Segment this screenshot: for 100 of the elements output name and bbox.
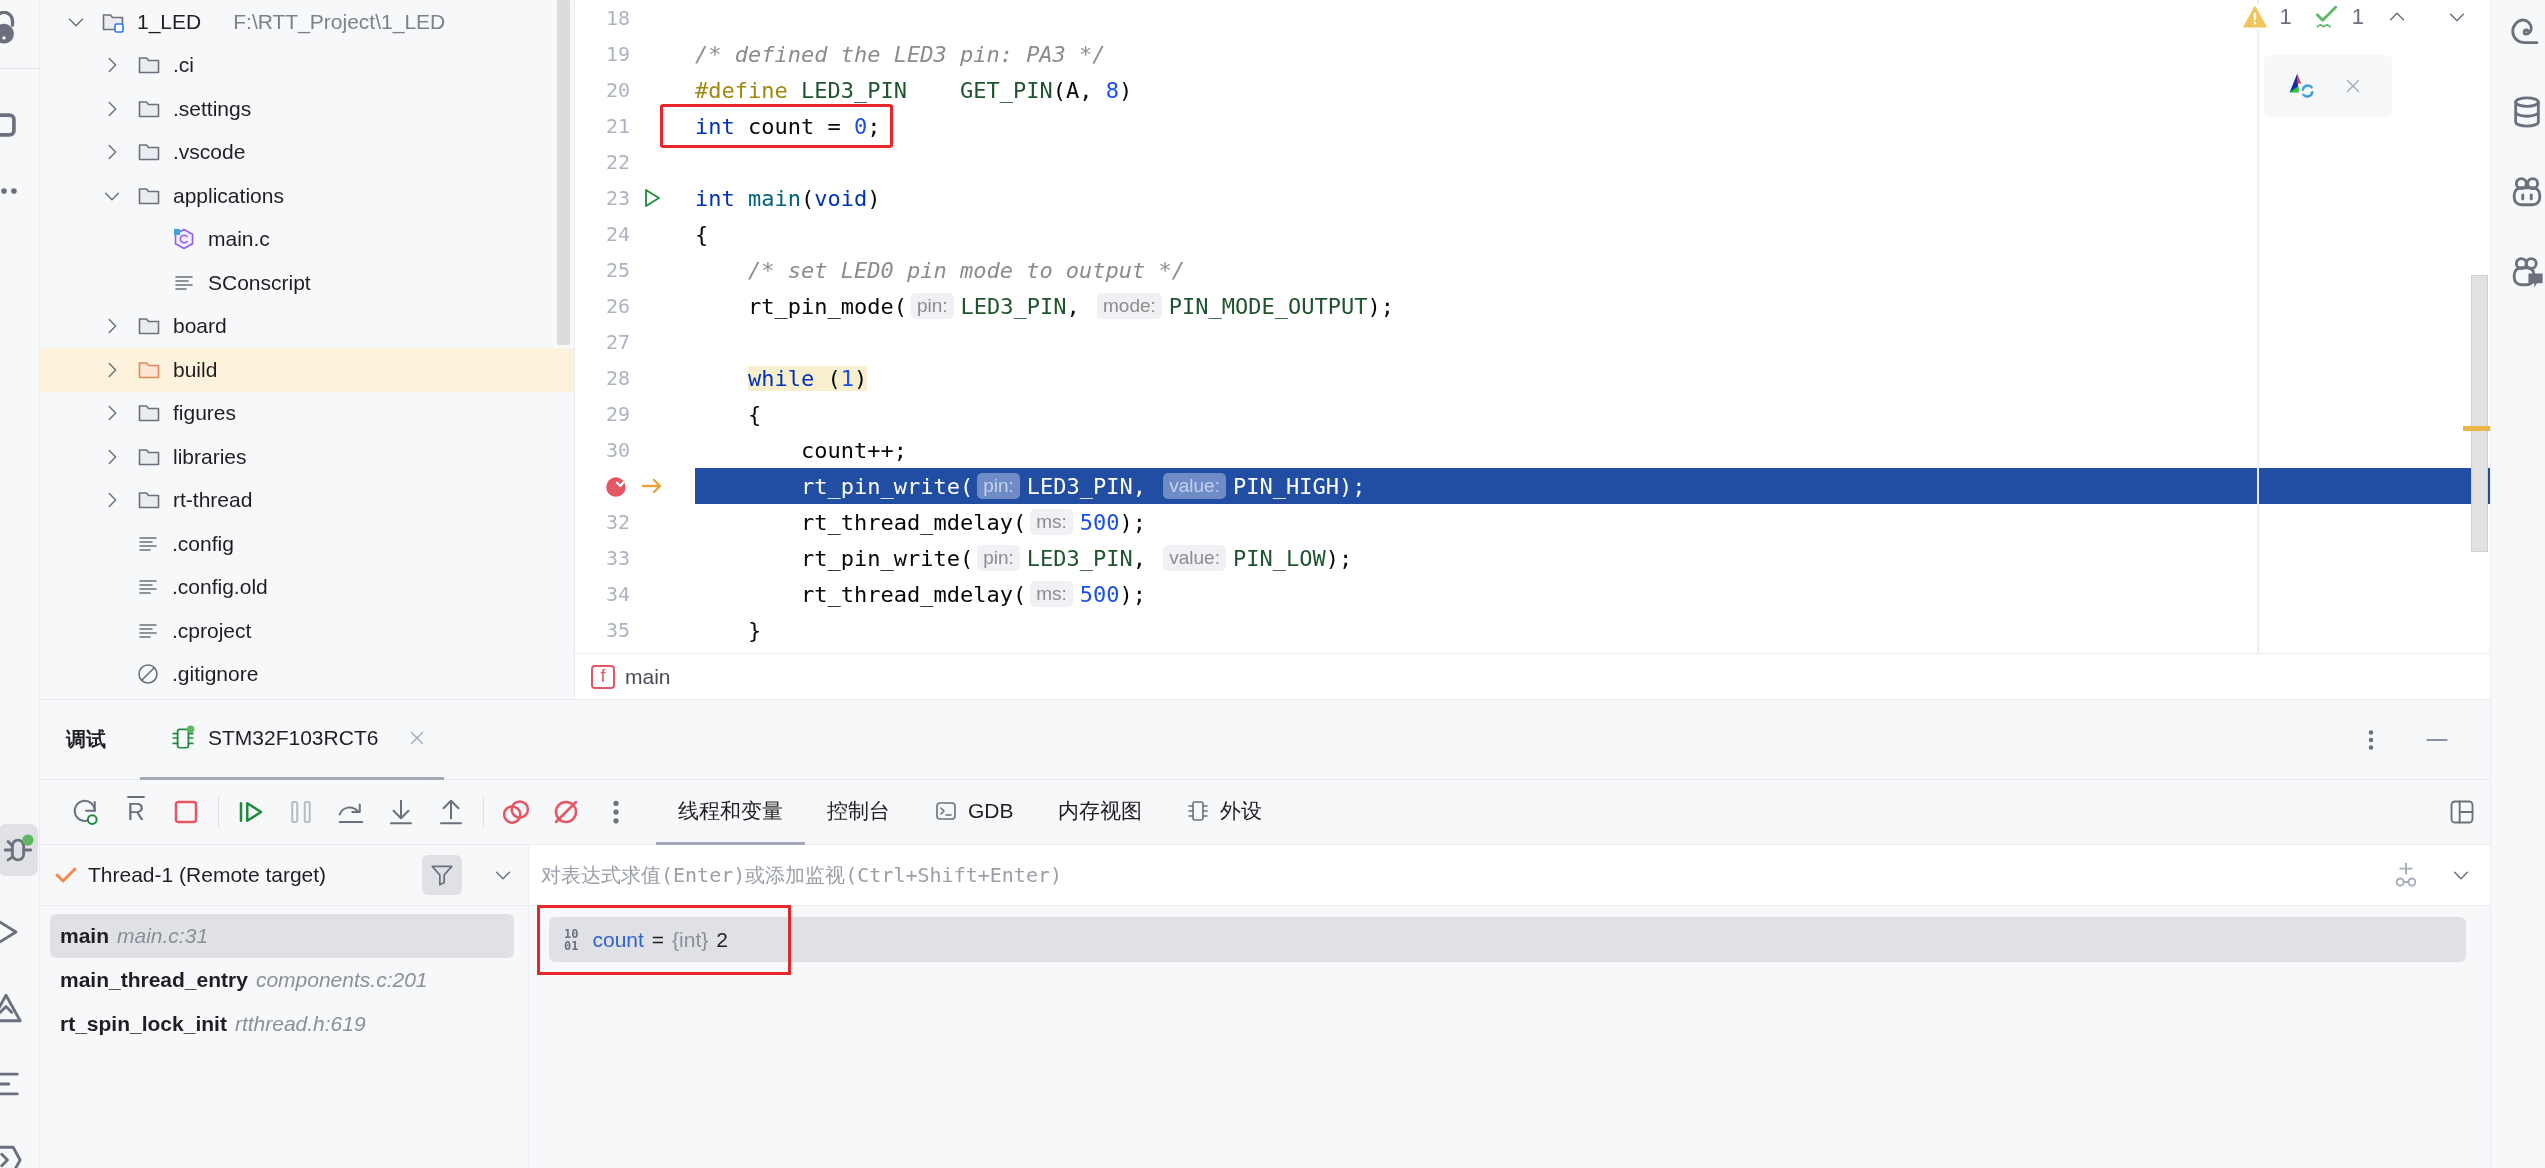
inlay-hint: value: bbox=[1163, 473, 1226, 499]
tree-item[interactable]: .gitignore bbox=[40, 652, 574, 696]
code-text: 500); bbox=[1079, 509, 1146, 535]
code-text: int main(void) bbox=[695, 185, 881, 211]
code-text: /* set LED0 pin mode to output */ bbox=[747, 257, 1186, 283]
line-number: 34 bbox=[605, 582, 630, 606]
tree-item[interactable]: .settings bbox=[40, 87, 574, 131]
stack-frame[interactable]: main main.c:31 bbox=[50, 914, 514, 958]
watch-input-field[interactable]: 对表达式求值(Enter)或添加监视(Ctrl+Shift+Enter) bbox=[539, 862, 2362, 888]
panel-title: 调试 bbox=[66, 727, 106, 752]
tree-item[interactable]: figures bbox=[40, 391, 574, 435]
code-text: int count = 0; bbox=[695, 113, 881, 139]
thread-selector[interactable]: Thread-1 (Remote target) bbox=[88, 863, 412, 887]
line-number: 28 bbox=[605, 366, 630, 390]
code-text: rt_thread_mdelay( bbox=[799, 581, 1027, 607]
code-text: LED3_PIN, bbox=[1026, 473, 1147, 499]
tree-item[interactable]: SConscript bbox=[40, 261, 574, 305]
variable-value: 2 bbox=[716, 927, 728, 952]
inlay-hint: pin: bbox=[910, 293, 954, 319]
line-number: 27 bbox=[605, 330, 630, 354]
tree-item[interactable]: libraries bbox=[40, 435, 574, 479]
tree-item[interactable]: rt-thread bbox=[40, 478, 574, 522]
tree-item[interactable]: build bbox=[40, 348, 574, 392]
inlay-hint: ms: bbox=[1030, 509, 1073, 535]
line-number: 21 bbox=[605, 114, 630, 138]
code-text: PIN_LOW); bbox=[1232, 545, 1353, 571]
filter-button[interactable] bbox=[422, 855, 462, 895]
layout-icon[interactable] bbox=[2448, 798, 2476, 826]
code-text: LED3_PIN, bbox=[960, 293, 1081, 319]
code-text: /* defined the LED3 pin: PA3 */ bbox=[695, 41, 1106, 67]
project-path: F:\RTT_Project\1_LED bbox=[233, 9, 446, 34]
tree-item[interactable]: .vscode bbox=[40, 130, 574, 174]
variable-name: count bbox=[592, 927, 644, 952]
inlay-hint: pin: bbox=[977, 473, 1020, 499]
code-text: while (1) bbox=[746, 365, 868, 391]
line-number: 33 bbox=[605, 546, 630, 570]
robot-chat-icon[interactable] bbox=[2510, 255, 2544, 289]
inlay-hint: ms: bbox=[1030, 581, 1073, 607]
toolbar-button[interactable]: R bbox=[118, 794, 154, 830]
chip-icon bbox=[1185, 798, 1210, 823]
variable-type: {int} bbox=[672, 927, 709, 952]
session-tab[interactable]: STM32F103RCT6 bbox=[140, 700, 445, 780]
tree-item[interactable]: board bbox=[40, 304, 574, 348]
equals-sign: = bbox=[651, 927, 665, 952]
tree-item[interactable]: main.c bbox=[40, 217, 574, 261]
chip-icon bbox=[170, 725, 196, 751]
tree-item[interactable]: 1_LED F:\RTT_Project\1_LED bbox=[40, 0, 574, 44]
variable-row[interactable]: 10 01 count = {int} 2 bbox=[549, 917, 2466, 962]
tab[interactable]: 外设 bbox=[1163, 779, 1284, 845]
code-text: rt_thread_mdelay( bbox=[799, 509, 1027, 535]
warning-count[interactable]: 1 bbox=[2279, 4, 2292, 30]
inlay-hint: value: bbox=[1163, 545, 1226, 571]
tree-item[interactable]: .config.old bbox=[40, 565, 574, 609]
filter-icon bbox=[429, 862, 455, 888]
stack-frame[interactable]: main_thread_entry components.c:201 bbox=[50, 958, 514, 1002]
code-text: #define LED3_PIN GET_PIN(A, 8) bbox=[695, 77, 1133, 103]
tree-item[interactable]: applications bbox=[40, 174, 574, 218]
tab[interactable]: 内存视图 bbox=[1035, 779, 1164, 845]
code-text: count++; bbox=[799, 437, 907, 463]
robot-icon[interactable] bbox=[2510, 175, 2544, 209]
code-text: 500); bbox=[1079, 581, 1146, 607]
code-text: } bbox=[747, 617, 762, 643]
breadcrumb-item[interactable]: main bbox=[625, 664, 671, 689]
function-badge: f bbox=[591, 664, 615, 689]
code-text: PIN_MODE_OUTPUT); bbox=[1168, 293, 1395, 319]
check-count[interactable]: 1 bbox=[2351, 4, 2364, 30]
watch-field[interactable]: 对表达式求值(Enter)或添加监视(Ctrl+Shift+Enter) bbox=[529, 845, 2490, 906]
rerun-icon[interactable] bbox=[71, 797, 101, 827]
scrollbar-thumb[interactable] bbox=[2471, 275, 2488, 552]
warning-marker[interactable] bbox=[2463, 426, 2490, 431]
inlay-hint: pin: bbox=[977, 545, 1020, 571]
breakpoints-icon[interactable] bbox=[501, 797, 531, 827]
line-number: 24 bbox=[605, 222, 630, 246]
tool-window-button[interactable] bbox=[0, 824, 38, 876]
code-text: { bbox=[747, 401, 762, 427]
tree-item[interactable]: .ci bbox=[40, 43, 574, 87]
code-text: rt_pin_write( bbox=[799, 545, 974, 571]
tree-item[interactable]: .cproject bbox=[40, 609, 574, 653]
line-number: 29 bbox=[605, 402, 630, 426]
code-text: PIN_HIGH); bbox=[1232, 473, 1366, 499]
tab[interactable]: GDB bbox=[912, 779, 1036, 845]
code-text: rt_pin_mode( bbox=[747, 293, 907, 319]
function-name: main bbox=[60, 924, 109, 948]
code-text: rt_pin_write( bbox=[799, 473, 974, 499]
stack-frame[interactable]: rt_spin_lock_init rtthread.h:619 bbox=[50, 1002, 514, 1046]
tab[interactable]: 控制台 bbox=[805, 779, 912, 845]
binary-type-label: 10 01 bbox=[564, 927, 579, 952]
line-number: 18 bbox=[605, 6, 630, 30]
inlay-hint: mode: bbox=[1097, 293, 1162, 319]
line-number: 32 bbox=[605, 510, 630, 534]
line-number: 25 bbox=[605, 258, 630, 282]
check-icon[interactable] bbox=[2313, 4, 2340, 30]
function-name: main_thread_entry bbox=[60, 968, 248, 992]
line-number: 19 bbox=[605, 42, 630, 66]
line-number: 20 bbox=[605, 78, 630, 102]
ignore-file-icon bbox=[136, 662, 160, 687]
code-text: { bbox=[695, 221, 709, 247]
tree-item[interactable]: .config bbox=[40, 522, 574, 566]
file-location: rtthread.h:619 bbox=[234, 1012, 366, 1036]
scrollbar-thumb[interactable] bbox=[557, 0, 570, 345]
